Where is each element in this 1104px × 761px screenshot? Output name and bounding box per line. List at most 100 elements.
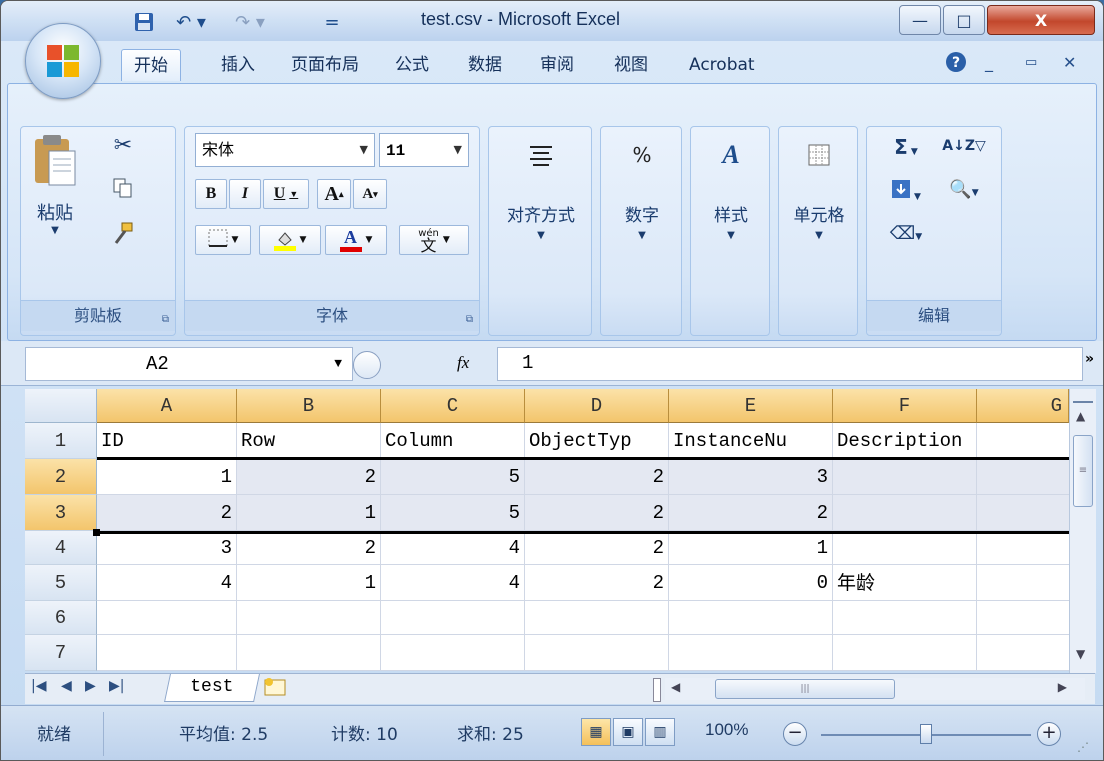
paste-button[interactable]: 粘贴 ▼ [25, 133, 85, 269]
borders-button[interactable]: ▼ [195, 225, 251, 255]
row-header-1[interactable]: 1 [25, 423, 97, 459]
fill-handle[interactable] [93, 529, 100, 536]
font-name-combo[interactable]: 宋体 ▼ [195, 133, 375, 167]
cell-e3[interactable]: 2 [669, 495, 833, 531]
column-header-b[interactable]: B [237, 389, 381, 423]
sheet-tab-test[interactable]: test [164, 674, 260, 702]
expand-formula-bar-icon[interactable]: » [1085, 351, 1094, 367]
tab-acrobat[interactable]: Acrobat [677, 49, 767, 81]
cell-e5[interactable]: 0 [669, 565, 833, 601]
cell-b6[interactable] [237, 601, 381, 635]
horizontal-scroll-thumb[interactable]: ||| [715, 679, 895, 699]
cell-g6[interactable] [977, 601, 1069, 635]
normal-view-button[interactable]: ▦ [581, 718, 611, 746]
column-header-f[interactable]: F [833, 389, 977, 423]
help-icon[interactable]: ? [945, 51, 967, 77]
horizontal-scrollbar[interactable]: ◀ ||| ▶ [665, 678, 1085, 700]
column-header-a[interactable]: A [97, 389, 237, 423]
cell-a5[interactable]: 4 [97, 565, 237, 601]
cells-group[interactable]: 单元格 ▼ [778, 126, 858, 336]
row-header-3[interactable]: 3 [25, 495, 97, 531]
font-color-button[interactable]: A ▼ [325, 225, 387, 255]
prev-sheet-icon[interactable]: ◀ [61, 678, 72, 694]
cell-d6[interactable] [525, 601, 669, 635]
scroll-right-icon[interactable]: ▶ [1058, 680, 1067, 694]
copy-icon[interactable] [103, 177, 143, 207]
cell-f4[interactable] [833, 531, 977, 565]
cell-g5[interactable] [977, 565, 1069, 601]
paste-dropdown-icon[interactable]: ▼ [25, 225, 85, 236]
underline-button[interactable]: U ▼ [263, 179, 309, 209]
restore-workbook-icon[interactable]: ▭ [1025, 55, 1037, 70]
column-header-c[interactable]: C [381, 389, 525, 423]
close-workbook-icon[interactable]: ✕ [1063, 53, 1076, 72]
next-sheet-icon[interactable]: ▶ [85, 678, 96, 694]
office-button[interactable] [25, 23, 101, 99]
select-all-corner[interactable] [25, 389, 97, 423]
scroll-up-icon[interactable]: ▲ [1076, 409, 1085, 423]
tab-page-layout[interactable]: 页面布局 [279, 49, 371, 81]
cell-c4[interactable]: 4 [381, 531, 525, 565]
cell-f5[interactable]: 年龄 [833, 565, 977, 601]
zoom-out-button[interactable]: − [783, 722, 807, 746]
fill-color-button[interactable]: ▼ [259, 225, 321, 255]
cell-c2[interactable]: 5 [381, 459, 525, 495]
cell-a4[interactable]: 3 [97, 531, 237, 565]
cell-e2[interactable]: 3 [669, 459, 833, 495]
bold-button[interactable]: B [195, 179, 227, 209]
cell-b3[interactable]: 1 [237, 495, 381, 531]
clear-button[interactable]: ⌫▼ [879, 223, 933, 253]
row-header-7[interactable]: 7 [25, 635, 97, 671]
redo-button[interactable]: ↷ ▾ [226, 9, 274, 35]
zoom-level[interactable]: 100% [705, 720, 748, 740]
minimize-button[interactable]: — [899, 5, 941, 35]
cell-a7[interactable] [97, 635, 237, 671]
fill-button[interactable]: ▼ [879, 179, 933, 209]
tab-data[interactable]: 数据 [456, 49, 514, 81]
last-sheet-icon[interactable]: ▶| [109, 678, 124, 694]
close-button[interactable]: X [987, 5, 1095, 35]
cells-button[interactable]: 单元格 ▼ [779, 135, 859, 241]
cell-a3[interactable]: 2 [97, 495, 237, 531]
cell-g4[interactable] [977, 531, 1069, 565]
alignment-group[interactable]: 对齐方式 ▼ [488, 126, 592, 336]
row-header-6[interactable]: 6 [25, 601, 97, 635]
scroll-left-icon[interactable]: ◀ [671, 680, 680, 694]
maximize-button[interactable]: □ [943, 5, 985, 35]
worksheet-grid[interactable]: A B C D E F G 1 ID Row Column ObjectTyp … [25, 389, 1069, 671]
name-box[interactable]: A2 ▼ [25, 347, 353, 381]
cell-c3[interactable]: 5 [381, 495, 525, 531]
shrink-font-button[interactable]: A ▾ [353, 179, 387, 209]
save-icon[interactable] [129, 9, 159, 35]
tab-view[interactable]: 视图 [602, 49, 660, 81]
page-break-view-button[interactable]: ▥ [645, 718, 675, 746]
cell-a6[interactable] [97, 601, 237, 635]
row-header-4[interactable]: 4 [25, 531, 97, 565]
insert-sheet-icon[interactable] [261, 676, 307, 700]
zoom-slider-thumb[interactable] [920, 724, 932, 744]
chevron-down-icon[interactable]: ▼ [334, 348, 342, 380]
cell-d4[interactable]: 2 [525, 531, 669, 565]
grow-font-button[interactable]: A ▴ [317, 179, 351, 209]
cell-f3[interactable] [833, 495, 977, 531]
autosum-button[interactable]: Σ ▼ [879, 135, 933, 165]
cell-e7[interactable] [669, 635, 833, 671]
ribbon-minimize-icon[interactable]: _ [985, 53, 993, 72]
zoom-in-button[interactable]: + [1037, 722, 1061, 746]
resize-grip-icon[interactable]: ⋰ [1077, 740, 1089, 754]
tab-formulas[interactable]: 公式 [383, 49, 441, 81]
split-box[interactable] [1073, 391, 1093, 403]
italic-button[interactable]: I [229, 179, 261, 209]
cell-e4[interactable]: 1 [669, 531, 833, 565]
formula-input[interactable]: 1 [497, 347, 1083, 381]
vertical-scroll-thumb[interactable]: ≡ [1073, 435, 1093, 507]
alignment-button[interactable]: 对齐方式 ▼ [489, 135, 593, 241]
first-sheet-icon[interactable]: |◀ [31, 678, 46, 694]
cell-f6[interactable] [833, 601, 977, 635]
row-header-2[interactable]: 2 [25, 459, 97, 495]
cell-c6[interactable] [381, 601, 525, 635]
cell-b1[interactable]: Row [237, 423, 381, 459]
column-header-e[interactable]: E [669, 389, 833, 423]
cell-d5[interactable]: 2 [525, 565, 669, 601]
format-painter-icon[interactable] [103, 221, 143, 251]
